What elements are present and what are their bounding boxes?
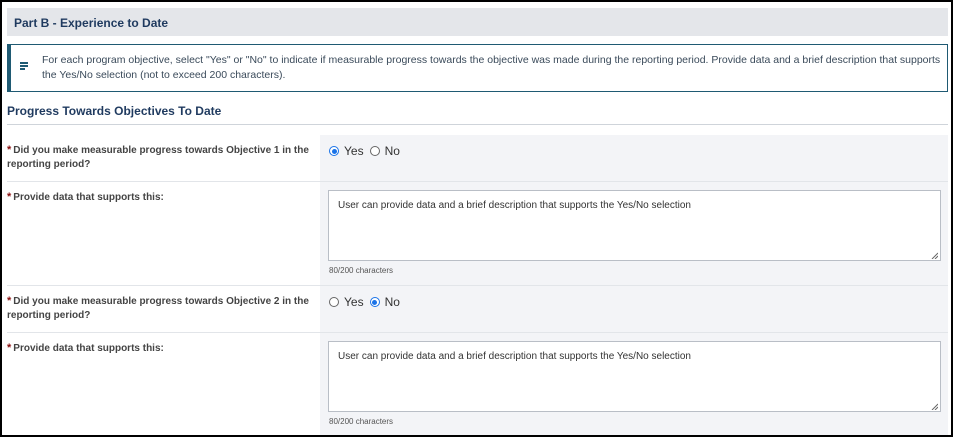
objective-1-data-field: User can provide data and a brief descri… <box>320 182 948 285</box>
objective-1-data-row: * Provide data that supports this: User c… <box>7 182 948 286</box>
objective-1-data-value: User can provide data and a brief descri… <box>338 200 691 211</box>
objective-2-data-label-text: Provide data that supports this: <box>13 343 164 354</box>
objective-2-row: * Did you make measurable progress toward… <box>7 286 948 333</box>
section-title: Progress Towards Objectives To Date <box>7 104 222 118</box>
objective-1-char-counter: 80/200 characters <box>329 266 394 275</box>
part-header: Part B - Experience to Date <box>7 8 948 36</box>
objective-2-data-textarea[interactable]: User can provide data and a brief descri… <box>328 341 941 412</box>
objective-2-no-radio[interactable] <box>369 297 380 307</box>
objective-2-no-label[interactable]: No <box>385 295 400 309</box>
objective-1-yes-label[interactable]: Yes <box>344 144 364 158</box>
resize-handle-icon[interactable] <box>931 251 939 260</box>
required-marker: * <box>7 191 12 203</box>
objective-2-data-value: User can provide data and a brief descri… <box>338 351 691 362</box>
info-text: For each program objective, select "Yes"… <box>42 54 941 81</box>
info-box: For each program objective, select "Yes"… <box>7 44 948 92</box>
objective-2-radio-group: Yes No <box>329 295 406 309</box>
required-marker: * <box>7 295 12 307</box>
objective-2-yes-radio[interactable] <box>329 297 339 307</box>
objective-1-yes-radio[interactable] <box>329 146 339 156</box>
objective-1-no-label[interactable]: No <box>385 144 400 158</box>
objective-1-data-label: * Provide data that supports this: <box>7 182 320 285</box>
form-frame: Part B - Experience to Date For each pro… <box>0 0 953 437</box>
objective-2-data-label: * Provide data that supports this: <box>7 333 320 435</box>
objective-1-radio-group: Yes No <box>329 144 406 158</box>
objective-2-data-field: User can provide data and a brief descri… <box>320 333 948 435</box>
resize-handle-icon[interactable] <box>931 402 939 411</box>
required-marker: * <box>7 144 12 156</box>
objective-2-question-text: Did you make measurable progress towards… <box>7 296 309 321</box>
objective-1-data-label-text: Provide data that supports this: <box>13 192 164 203</box>
objective-1-field: Yes No <box>320 135 948 181</box>
objective-2-yes-label[interactable]: Yes <box>344 295 364 309</box>
objective-2-data-row: * Provide data that supports this: User c… <box>7 333 948 435</box>
objective-2-char-counter: 80/200 characters <box>329 417 394 426</box>
objective-2-field: Yes No <box>320 286 948 332</box>
required-marker: * <box>7 342 12 354</box>
objective-2-question: * Did you make measurable progress toward… <box>7 286 320 332</box>
objective-1-question: * Did you make measurable progress toward… <box>7 135 320 181</box>
objective-1-no-radio[interactable] <box>369 146 380 156</box>
section-divider <box>7 124 948 125</box>
objective-1-question-text: Did you make measurable progress towards… <box>7 145 309 170</box>
note-icon <box>20 57 28 70</box>
objective-1-data-textarea[interactable]: User can provide data and a brief descri… <box>328 190 941 261</box>
objective-1-row: * Did you make measurable progress toward… <box>7 135 948 182</box>
